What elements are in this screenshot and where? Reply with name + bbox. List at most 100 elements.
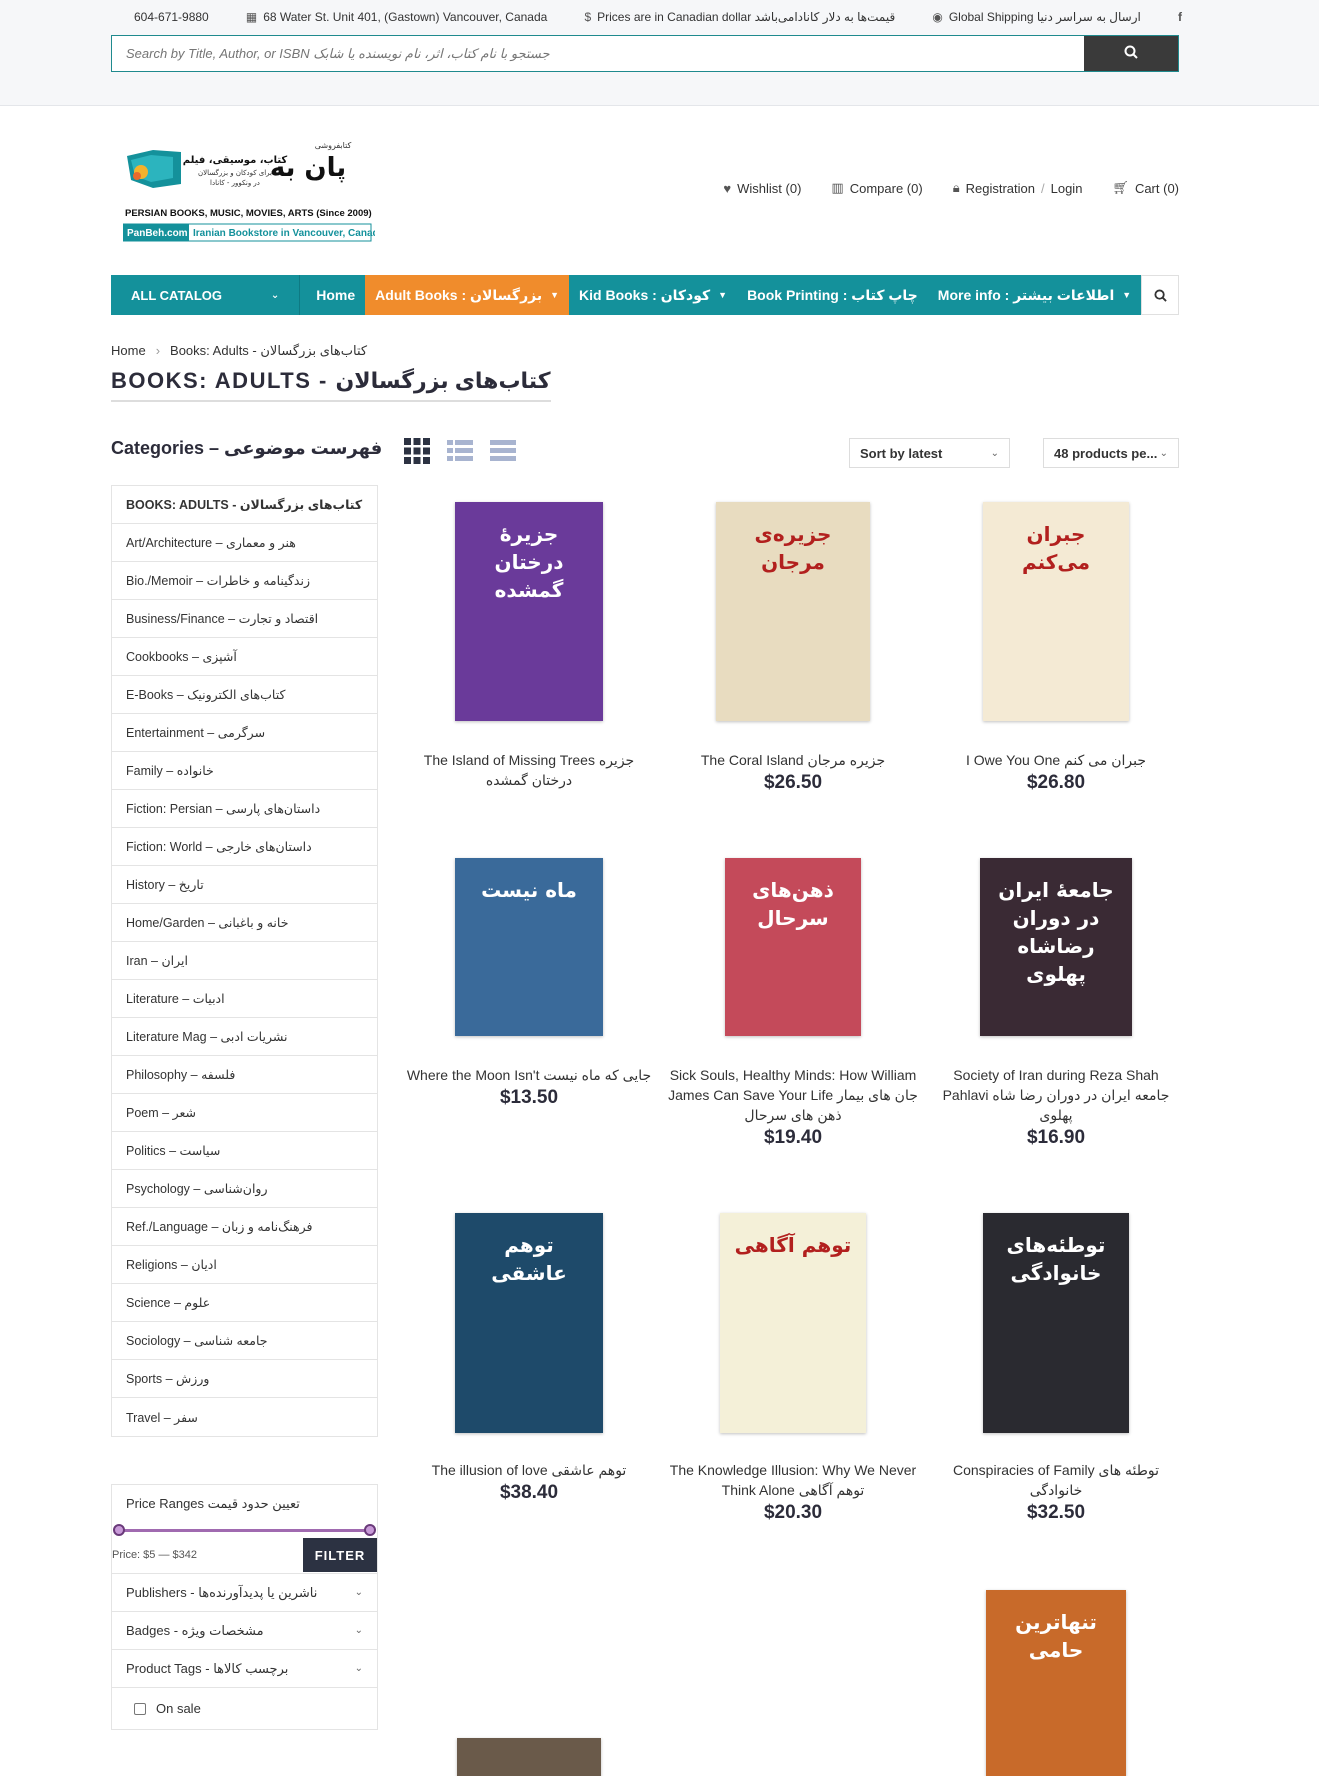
- product-title[interactable]: The Knowledge Illusion: Why We Never Thi…: [668, 1460, 918, 1500]
- category-item[interactable]: Home/Garden – خانه و باغبانی: [112, 904, 377, 942]
- breadcrumb-separator: ›: [155, 343, 161, 358]
- main-nav: ALL CATALOG ⌄ Home Adult Books : بزرگسالا…: [111, 275, 1179, 315]
- category-item[interactable]: History – تاریخ: [112, 866, 377, 904]
- phone[interactable]: 604-671-9880: [134, 10, 209, 24]
- category-item[interactable]: Family – خانواده: [112, 752, 377, 790]
- category-item[interactable]: Poem – شعر: [112, 1094, 377, 1132]
- per-page-select[interactable]: 48 products pe... ⌄: [1043, 438, 1179, 468]
- product-title[interactable]: The Island of Missing Trees جزیره درختان…: [404, 750, 654, 790]
- category-item[interactable]: E-Books – کتاب‌های الکترونیک: [112, 676, 377, 714]
- product-title[interactable]: Conspiracies of Family توطئه های خانوادگ…: [931, 1460, 1181, 1500]
- category-item[interactable]: Ref./Language – فرهنگ‌نامه و زبان: [112, 1208, 377, 1246]
- cover-title: توطئه‌های خانوادگی: [1006, 1233, 1106, 1285]
- book-cover[interactable]: توهم عاشقی: [455, 1213, 603, 1433]
- product-card[interactable]: تنهاترین حامی: [931, 1590, 1181, 1776]
- registration-link[interactable]: Registration: [966, 181, 1035, 196]
- compare-link[interactable]: ▥ Compare (0): [831, 180, 922, 196]
- on-sale-filter[interactable]: On sale: [112, 1687, 377, 1729]
- on-sale-label: On sale: [156, 1701, 201, 1716]
- product-title[interactable]: Sick Souls, Healthy Minds: How William J…: [668, 1065, 918, 1125]
- nav-search-button[interactable]: [1141, 275, 1179, 315]
- search-button[interactable]: [1084, 36, 1178, 71]
- login-link[interactable]: Login: [1051, 181, 1083, 196]
- product-card[interactable]: جزیره‌ی مرجان The Coral Island جزیره مرجا…: [668, 502, 918, 794]
- cover-title: جزیرهٔ درختان گمشده: [494, 522, 564, 602]
- product-title[interactable]: The illusion of love توهم عاشقی: [404, 1460, 654, 1480]
- book-cover[interactable]: ماه نیست: [455, 858, 603, 1036]
- category-item[interactable]: Fiction: Persian – داستان‌های پارسی: [112, 790, 377, 828]
- product-card[interactable]: [404, 1738, 654, 1776]
- product-card[interactable]: ذهن‌های سرحال Sick Souls, Healthy Minds: …: [668, 858, 918, 1149]
- category-item[interactable]: Literature Mag – نشریات ادبی: [112, 1018, 377, 1056]
- product-card[interactable]: جامعهٔ ایران در دوران رضاشاه پهلوی Societ…: [931, 858, 1181, 1149]
- book-cover[interactable]: توطئه‌های خانوادگی: [983, 1213, 1129, 1433]
- nav-item-kid-books[interactable]: Kid Books : کودکان ▼: [569, 275, 737, 315]
- category-item[interactable]: Entertainment – سرگرمی: [112, 714, 377, 752]
- slider-handle-min[interactable]: [113, 1524, 125, 1536]
- filter-publishers[interactable]: Publishers - ناشرین یا پدیدآورنده‌ها ⌄: [112, 1573, 377, 1611]
- site-logo[interactable]: پان به کتابفروشی کتاب، موسیقی، فیلم برای…: [122, 136, 385, 245]
- category-item[interactable]: Art/Architecture – هنر و معماری: [112, 524, 377, 562]
- category-item[interactable]: Religions – ادیان: [112, 1246, 377, 1284]
- category-item[interactable]: BOOKS: ADULTS - کتاب‌های بزرگسالان: [112, 486, 377, 524]
- book-cover[interactable]: توهم آگاهی: [720, 1213, 866, 1433]
- category-item[interactable]: Bio./Memoir – زندگینامه و خاطرات: [112, 562, 377, 600]
- product-card[interactable]: توطئه‌های خانوادگی Conspiracies of Family…: [931, 1213, 1181, 1524]
- compact-list-view-icon[interactable]: [490, 438, 516, 464]
- book-cover[interactable]: جبران می‌کنم: [983, 502, 1129, 721]
- book-cover[interactable]: جامعهٔ ایران در دوران رضاشاه پهلوی: [980, 858, 1132, 1036]
- category-item[interactable]: Politics – سیاست: [112, 1132, 377, 1170]
- wishlist-link[interactable]: ♥ Wishlist (0): [723, 180, 801, 196]
- filter-product-tags[interactable]: Product Tags - برچسب کالاها ⌄: [112, 1649, 377, 1687]
- product-card[interactable]: جبران می‌کنم I Owe You One جبران می کنم $2…: [931, 502, 1181, 794]
- sort-select[interactable]: Sort by latest ⌄: [849, 438, 1010, 468]
- category-item[interactable]: Iran – ایران: [112, 942, 377, 980]
- product-price: $26.50: [763, 772, 823, 793]
- facebook-icon[interactable]: f: [1178, 10, 1182, 24]
- filter-button[interactable]: FILTER: [303, 1538, 377, 1572]
- nav-item-adult-books[interactable]: Adult Books : بزرگسالان ▼: [365, 275, 570, 315]
- product-card[interactable]: ماه نیست Where the Moon Isn't جایی که ماه…: [404, 858, 654, 1109]
- cover-title: ذهن‌های سرحال: [752, 878, 834, 930]
- grid-view-icon[interactable]: [404, 438, 430, 464]
- nav-item-home[interactable]: Home: [306, 275, 365, 315]
- category-item[interactable]: Psychology – روان‌شناسی: [112, 1170, 377, 1208]
- on-sale-checkbox[interactable]: [134, 1702, 146, 1715]
- price-slider[interactable]: [113, 1523, 376, 1537]
- product-card[interactable]: توهم آگاهی The Knowledge Illusion: Why We…: [668, 1213, 918, 1524]
- caret-down-icon: ▼: [1122, 290, 1132, 300]
- product-title[interactable]: Society of Iran during Reza Shah Pahlavi…: [931, 1065, 1181, 1125]
- category-item[interactable]: Fiction: World – داستان‌های خارجی: [112, 828, 377, 866]
- nav-item-more-info[interactable]: More info : اطلاعات بیشتر ▼: [928, 275, 1141, 315]
- product-title[interactable]: Where the Moon Isn't جایی که ماه نیست: [404, 1065, 654, 1085]
- per-page-value: 48 products pe...: [1054, 445, 1158, 461]
- product-title[interactable]: I Owe You One جبران می کنم: [931, 750, 1181, 770]
- category-item[interactable]: Literature – ادبیات: [112, 980, 377, 1018]
- book-cover[interactable]: تنهاترین حامی: [986, 1590, 1126, 1776]
- category-item[interactable]: Travel – سفر: [112, 1398, 377, 1436]
- product-card[interactable]: جزیرهٔ درختان گمشده The Island of Missing…: [404, 502, 654, 792]
- nav-item-book-printing[interactable]: Book Printing : چاپ کتاب: [737, 275, 928, 315]
- list-view-icon[interactable]: [447, 438, 473, 464]
- cart-link[interactable]: 🛒︎ Cart (0): [1112, 180, 1179, 196]
- facebook-link[interactable]: f: [1178, 10, 1182, 24]
- category-item[interactable]: Cookbooks – آشپزی: [112, 638, 377, 676]
- category-item[interactable]: Sociology – جامعه شناسی: [112, 1322, 377, 1360]
- book-cover[interactable]: جزیره‌ی مرجان: [716, 502, 870, 721]
- all-catalog-button[interactable]: ALL CATALOG ⌄: [111, 275, 301, 315]
- slider-handle-max[interactable]: [364, 1524, 376, 1536]
- nav-label: More info : اطلاعات بیشتر: [937, 286, 1115, 303]
- filter-badges[interactable]: Badges - مشخصات ویژه ⌄: [112, 1611, 377, 1649]
- category-item[interactable]: Business/Finance – اقتصاد و تجارت: [112, 600, 377, 638]
- category-item[interactable]: Sports – ورزش: [112, 1360, 377, 1398]
- product-title[interactable]: The Coral Island جزیره مرجان: [668, 750, 918, 770]
- divider: /: [1040, 180, 1045, 196]
- search-input[interactable]: [112, 36, 1084, 71]
- category-item[interactable]: Science – علوم: [112, 1284, 377, 1322]
- product-card[interactable]: توهم عاشقی The illusion of love توهم عاشق…: [404, 1213, 654, 1504]
- category-item[interactable]: Philosophy – فلسفه: [112, 1056, 377, 1094]
- book-cover[interactable]: [457, 1738, 601, 1776]
- book-cover[interactable]: ذهن‌های سرحال: [725, 858, 861, 1036]
- book-cover[interactable]: جزیرهٔ درختان گمشده: [455, 502, 603, 721]
- breadcrumb-home[interactable]: Home: [111, 343, 146, 359]
